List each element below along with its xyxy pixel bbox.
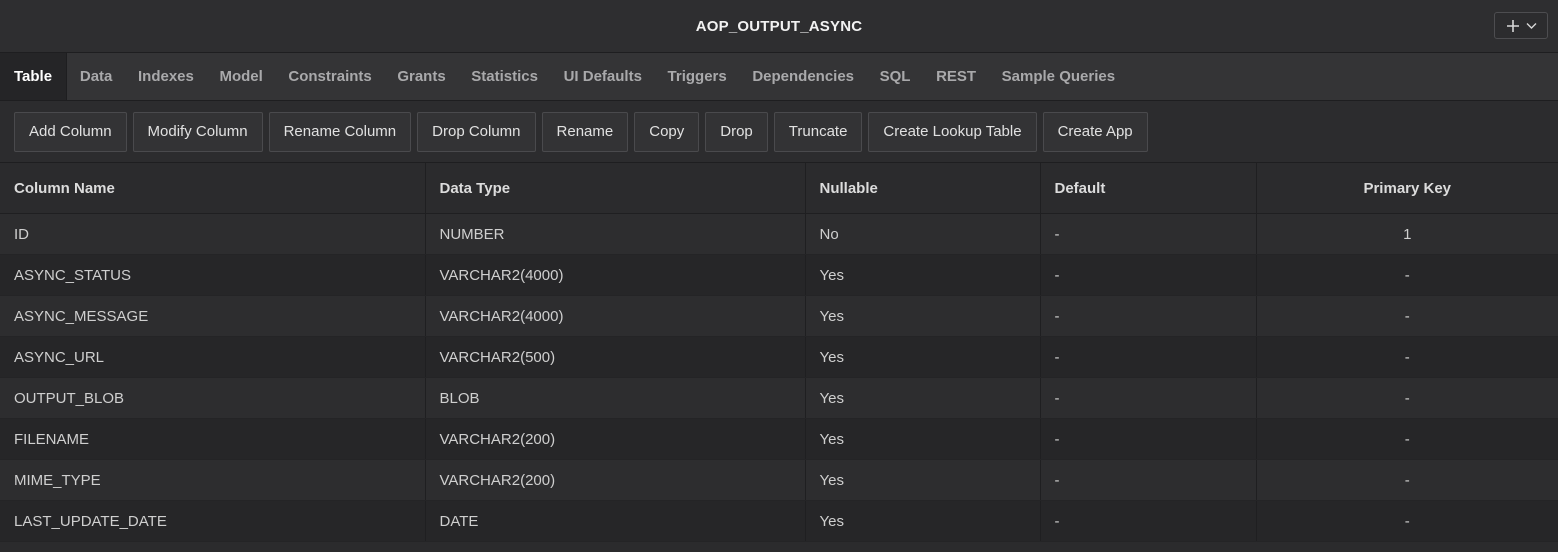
page-title: AOP_OUTPUT_ASYNC [695, 17, 863, 35]
cell-data-type: VARCHAR2(200) [425, 418, 806, 460]
table-header-row: Column Name Data Type Nullable Default P… [0, 163, 1558, 214]
truncate-button[interactable]: Truncate [773, 111, 863, 152]
cell-column-name: FILENAME [0, 418, 426, 460]
create-lookup-table-button[interactable]: Create Lookup Table [868, 111, 1037, 152]
tab-ui-defaults[interactable]: UI Defaults [551, 53, 655, 100]
cell-column-name: MIME_TYPE [0, 459, 426, 501]
cell-data-type: DATE [425, 500, 806, 542]
cell-default: - [1040, 377, 1257, 419]
copy-button[interactable]: Copy [634, 111, 700, 152]
columns-table: Column Name Data Type Nullable Default P… [0, 163, 1558, 542]
add-column-button[interactable]: Add Column [14, 111, 127, 152]
tab-indexes[interactable]: Indexes [125, 53, 206, 100]
plus-icon [1506, 19, 1519, 32]
cell-default: - [1040, 254, 1257, 296]
tab-grants[interactable]: Grants [385, 53, 459, 100]
tab-statistics[interactable]: Statistics [458, 53, 550, 100]
cell-column-name: ASYNC_MESSAGE [0, 295, 426, 337]
tab-sample-queries[interactable]: Sample Queries [989, 53, 1128, 100]
tab-table[interactable]: Table [0, 53, 68, 100]
cell-nullable: Yes [805, 254, 1041, 296]
header-primary-key[interactable]: Primary Key [1256, 163, 1558, 214]
header-default[interactable]: Default [1040, 163, 1257, 214]
rename-column-button[interactable]: Rename Column [268, 111, 412, 152]
cell-nullable: No [805, 213, 1041, 255]
cell-primary-key: - [1256, 500, 1558, 542]
add-menu-button[interactable] [1494, 12, 1548, 39]
cell-default: - [1040, 213, 1257, 255]
tab-rest[interactable]: REST [923, 53, 989, 100]
create-app-button[interactable]: Create App [1042, 111, 1148, 152]
cell-column-name: ID [0, 213, 426, 255]
tab-model[interactable]: Model [207, 53, 276, 100]
toolbar: Add Column Modify Column Rename Column D… [0, 101, 1558, 163]
tab-triggers[interactable]: Triggers [655, 53, 740, 100]
header-nullable[interactable]: Nullable [805, 163, 1041, 214]
table-row: OUTPUT_BLOB BLOB Yes - - [0, 377, 1558, 419]
cell-column-name: LAST_UPDATE_DATE [0, 500, 426, 542]
cell-data-type: NUMBER [425, 213, 806, 255]
cell-nullable: Yes [805, 295, 1041, 337]
cell-data-type: VARCHAR2(500) [425, 336, 806, 378]
drop-column-button[interactable]: Drop Column [417, 111, 536, 152]
table-row: ASYNC_URL VARCHAR2(500) Yes - - [0, 336, 1558, 378]
cell-data-type: VARCHAR2(4000) [425, 295, 806, 337]
table-row: ASYNC_MESSAGE VARCHAR2(4000) Yes - - [0, 295, 1558, 337]
cell-data-type: VARCHAR2(200) [425, 459, 806, 501]
table-row: ASYNC_STATUS VARCHAR2(4000) Yes - - [0, 254, 1558, 296]
cell-nullable: Yes [805, 459, 1041, 501]
cell-nullable: Yes [805, 500, 1041, 542]
cell-primary-key: - [1256, 295, 1558, 337]
cell-default: - [1040, 500, 1257, 542]
cell-data-type: VARCHAR2(4000) [425, 254, 806, 296]
cell-default: - [1040, 295, 1257, 337]
drop-button[interactable]: Drop [705, 111, 768, 152]
cell-nullable: Yes [805, 377, 1041, 419]
table-row: ID NUMBER No - 1 [0, 213, 1558, 255]
tab-bar: Table Data Indexes Model Constraints Gra… [0, 53, 1558, 101]
cell-primary-key: - [1256, 418, 1558, 460]
cell-primary-key: - [1256, 336, 1558, 378]
cell-data-type: BLOB [425, 377, 806, 419]
cell-nullable: Yes [805, 418, 1041, 460]
cell-primary-key: - [1256, 459, 1558, 501]
tab-data[interactable]: Data [67, 53, 125, 100]
header-data-type[interactable]: Data Type [425, 163, 806, 214]
cell-column-name: ASYNC_URL [0, 336, 426, 378]
cell-primary-key: 1 [1256, 213, 1558, 255]
tab-sql[interactable]: SQL [867, 53, 923, 100]
tab-constraints[interactable]: Constraints [276, 53, 385, 100]
cell-default: - [1040, 418, 1257, 460]
tab-dependencies[interactable]: Dependencies [740, 53, 867, 100]
cell-nullable: Yes [805, 336, 1041, 378]
title-bar: AOP_OUTPUT_ASYNC [0, 0, 1558, 53]
table-row: MIME_TYPE VARCHAR2(200) Yes - - [0, 459, 1558, 501]
cell-default: - [1040, 336, 1257, 378]
cell-primary-key: - [1256, 377, 1558, 419]
cell-default: - [1040, 459, 1257, 501]
table-row: LAST_UPDATE_DATE DATE Yes - - [0, 500, 1558, 542]
header-column-name[interactable]: Column Name [0, 163, 426, 214]
modify-column-button[interactable]: Modify Column [132, 111, 263, 152]
cell-column-name: OUTPUT_BLOB [0, 377, 426, 419]
cell-column-name: ASYNC_STATUS [0, 254, 426, 296]
table-row: FILENAME VARCHAR2(200) Yes - - [0, 418, 1558, 460]
chevron-down-icon [1526, 22, 1536, 29]
rename-button[interactable]: Rename [541, 111, 629, 152]
cell-primary-key: - [1256, 254, 1558, 296]
